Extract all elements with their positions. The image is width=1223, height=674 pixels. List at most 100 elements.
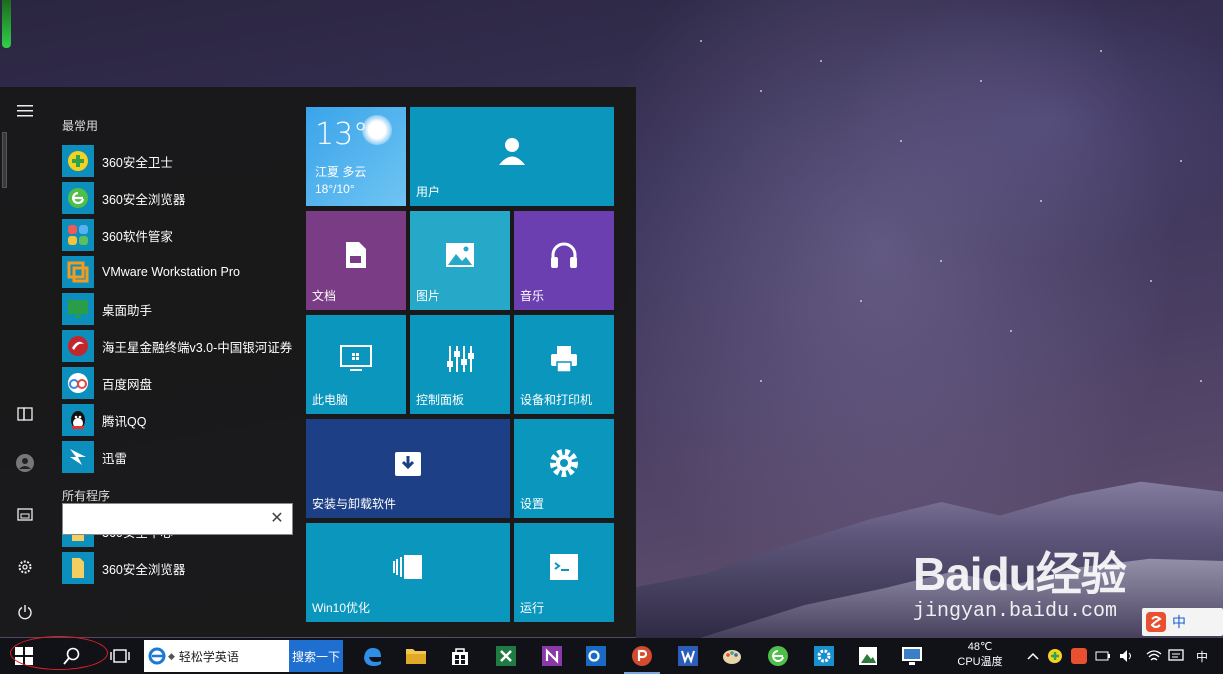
tile-label: 安装与卸载软件 [312, 497, 397, 511]
app-item-neptune-finance[interactable]: 海王星金融终端v3.0-中国银河证券 [62, 329, 297, 363]
taskbar-app-remote-desktop[interactable] [890, 638, 934, 674]
taskbar-app-settings[interactable] [802, 638, 846, 674]
store-icon [452, 648, 468, 665]
taskbar: ◆ 轻松学英语 搜索一下 48℃ CPU温度 中 [0, 638, 1223, 674]
start-search-input[interactable] [69, 509, 269, 529]
user-icon [499, 137, 525, 165]
taskbar-app-word[interactable] [666, 638, 710, 674]
weather-location: 江夏 多云 [315, 165, 367, 179]
document-icon [346, 241, 366, 268]
tablet-mode-button[interactable] [0, 394, 50, 434]
close-icon[interactable]: ✕ [268, 510, 286, 528]
app-item-baidu-netdisk[interactable]: 百度网盘 [62, 366, 297, 400]
printer-icon [551, 345, 577, 373]
taskbar-app-powerpoint[interactable] [618, 638, 666, 674]
computer-icon [340, 344, 372, 371]
power-icon [18, 605, 32, 620]
app-item-360-browser[interactable]: 360安全浏览器 [62, 181, 297, 215]
tile-label: 控制面板 [416, 393, 465, 407]
app-label: 360安全浏览器 [102, 192, 186, 207]
watermark-url: jingyan.baidu.com [913, 600, 1118, 623]
tray-volume[interactable] [1119, 648, 1135, 664]
tile-win10-optimize[interactable]: Win10优化 [306, 523, 510, 622]
gear-icon [550, 448, 578, 477]
install-icon [395, 451, 421, 476]
ie-icon [148, 647, 166, 665]
360-safe-guard-icon [62, 145, 94, 177]
outlook-icon [586, 646, 606, 666]
tile-weather[interactable]: 13° 江夏 多云 18°/10° [306, 107, 406, 206]
taskbar-app-excel[interactable] [482, 638, 530, 674]
tile-control-panel[interactable]: 控制面板 [410, 315, 510, 414]
powerpoint-icon [632, 646, 652, 666]
photos-icon [859, 647, 877, 665]
headphones-icon [551, 242, 577, 268]
hamburger-menu-button[interactable] [0, 91, 50, 131]
battery-icon [1095, 651, 1110, 661]
start-search-box[interactable]: ✕ [62, 503, 293, 535]
tile-settings[interactable]: 设置 [514, 419, 614, 518]
tray-360-safe-guard[interactable] [1047, 648, 1063, 664]
tile-devices-printers[interactable]: 设备和打印机 [514, 315, 614, 414]
user-account-button[interactable] [0, 443, 50, 483]
app-item-360-safe-guard[interactable]: 360安全卫士 [62, 144, 297, 178]
ie-search-box[interactable]: ◆ 轻松学英语 [144, 640, 289, 672]
app-item-vmware[interactable]: VMware Workstation Pro [62, 255, 297, 289]
taskbar-app-photos[interactable] [846, 638, 890, 674]
show-hidden-icons-button[interactable] [1025, 648, 1041, 664]
tile-install-uninstall[interactable]: 安装与卸载软件 [306, 419, 510, 518]
tile-documents[interactable]: 文档 [306, 211, 406, 310]
app-item-360-software-manager[interactable]: 360软件管家 [62, 218, 297, 252]
tile-label: 文档 [312, 289, 337, 303]
edge-icon [364, 648, 381, 666]
tile-run[interactable]: 运行 [514, 523, 614, 622]
app-label: 腾讯QQ [102, 414, 147, 429]
desktop-assistant-icon [62, 293, 94, 325]
file-explorer-button[interactable] [0, 494, 50, 534]
progress-indicator [2, 0, 11, 48]
baidu-netdisk-icon [62, 367, 94, 399]
tile-music[interactable]: 音乐 [514, 211, 614, 310]
sogou-icon [1071, 648, 1087, 664]
taskbar-app-paint[interactable] [710, 638, 754, 674]
app-item-desktop-assistant[interactable]: 桌面助手 [62, 292, 297, 326]
optimize-icon [393, 554, 422, 579]
taskbar-app-onenote[interactable] [530, 638, 574, 674]
app-item-xunlei[interactable]: 迅雷 [62, 440, 297, 474]
taskbar-app-store[interactable] [438, 638, 482, 674]
folder-icon [406, 649, 426, 664]
apps-scrollbar[interactable] [2, 132, 7, 188]
weather-temperature: 13° [315, 117, 369, 152]
sogou-ime-badge[interactable]: 中 [1142, 608, 1223, 636]
tile-this-pc[interactable]: 此电脑 [306, 315, 406, 414]
excel-icon [496, 646, 516, 666]
weather-range: 18°/10° [315, 182, 355, 196]
wifi-icon [1146, 650, 1162, 661]
tray-ime-mode[interactable]: 中 [1192, 648, 1212, 664]
taskbar-app-file-explorer[interactable] [394, 638, 438, 674]
ie-search-button[interactable]: 搜索一下 [289, 640, 343, 672]
tile-label: 此电脑 [312, 393, 349, 407]
tile-label: 用户 [416, 185, 441, 199]
tile-user[interactable]: 用户 [410, 107, 614, 206]
tile-pictures[interactable]: 图片 [410, 211, 510, 310]
watermark-brand: Baidu经验 [913, 548, 1127, 600]
cpu-temperature-widget[interactable]: 48℃ CPU温度 [948, 640, 1012, 674]
power-button[interactable] [0, 592, 50, 632]
notification-icon [1168, 649, 1184, 661]
tray-action-center[interactable] [1168, 648, 1184, 664]
taskbar-app-outlook[interactable] [574, 638, 618, 674]
tray-battery[interactable] [1095, 648, 1111, 664]
app-item-360-browser-folder[interactable]: 360安全浏览器 [62, 551, 297, 585]
app-item-qq[interactable]: 腾讯QQ [62, 403, 297, 437]
tray-network[interactable] [1146, 648, 1162, 664]
taskbar-app-360-browser[interactable] [754, 638, 802, 674]
ie-address-text: 轻松学英语 [178, 649, 239, 664]
paint-icon [723, 650, 741, 664]
tray-ime[interactable] [1071, 648, 1087, 664]
tile-label: 设置 [520, 497, 545, 511]
tile-label: 设备和打印机 [520, 393, 593, 407]
volume-icon [1120, 650, 1131, 662]
settings-button[interactable] [0, 547, 50, 587]
taskbar-app-edge[interactable] [350, 638, 394, 674]
